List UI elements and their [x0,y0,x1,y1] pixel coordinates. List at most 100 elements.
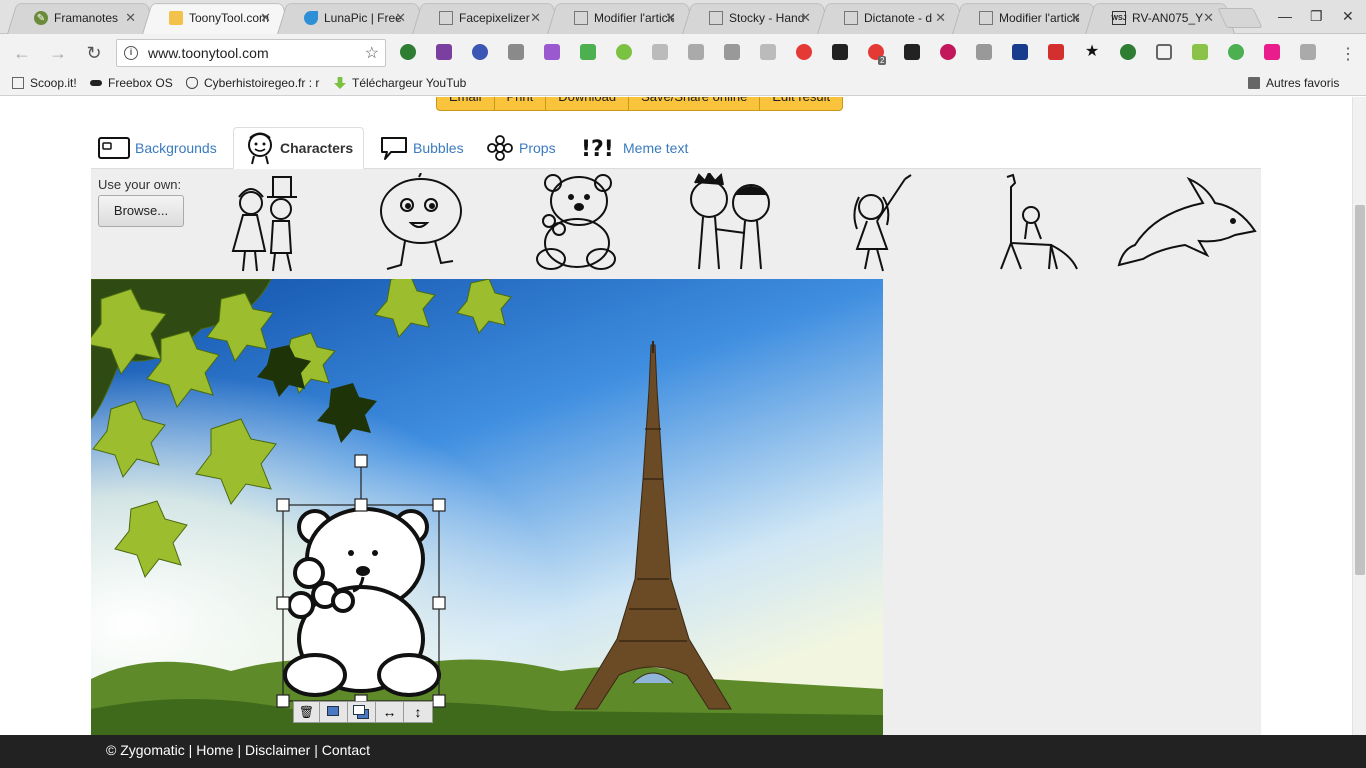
browser-tab-facepixelizer[interactable]: Facepixelizer ✕ [417,2,557,34]
extension-broadcast-icon[interactable] [796,44,812,60]
page-content: Email Print Download Save/Share online E… [0,97,1352,735]
extension-k-icon[interactable] [472,44,488,60]
browser-tab-lunapic[interactable]: LunaPic | Free ✕ [282,2,422,34]
bring-to-front-icon[interactable] [320,702,348,722]
extension-qr2-icon[interactable] [904,44,920,60]
browser-tab-modifier-article-1[interactable]: Modifier l'article ✕ [552,2,692,34]
close-tab-icon[interactable]: ✕ [800,10,811,26]
object-toolbar: 🗑 ↔ ↕ [293,701,433,723]
close-tab-icon[interactable]: ✕ [935,10,946,26]
lunapic-favicon-icon [304,11,318,25]
browser-tab-wsj[interactable]: WSJ RV-AN075_Y ✕ [1090,2,1230,34]
close-tab-icon[interactable]: ✕ [1070,10,1081,26]
restore-window-icon[interactable]: ❐ [1310,8,1323,25]
download-arrow-icon [334,77,346,89]
browser-tab-toonytool[interactable]: ToonyTool.com ✕ [147,2,287,34]
footer-link-disclaimer[interactable]: Disclaimer [245,742,310,758]
flower-icon [487,135,513,161]
browse-button[interactable]: Browse... [98,195,184,227]
close-tab-icon[interactable]: ✕ [665,10,676,26]
document-favicon-icon [709,11,723,25]
bookmark-scoopit[interactable]: Scoop.it! [12,76,77,90]
extension-video-icon[interactable] [1048,44,1064,60]
selected-character-teddy-bear[interactable] [275,449,449,729]
minimize-window-icon[interactable]: — [1278,8,1292,24]
forward-arrow-icon[interactable]: → [48,43,68,63]
extension-rss-icon[interactable] [760,44,776,60]
close-tab-icon[interactable]: ✕ [395,10,406,26]
delete-object-icon[interactable]: 🗑 [294,702,320,722]
reload-icon[interactable]: ↻ [84,43,104,63]
send-to-back-icon[interactable] [348,702,376,722]
close-tab-icon[interactable]: ✕ [530,10,541,26]
close-tab-icon[interactable]: ✕ [260,10,271,26]
browser-tab-stocky[interactable]: Stocky - Hand ✕ [687,2,827,34]
girl-waving-icon[interactable] [847,173,919,275]
extension-camera-icon[interactable] [508,44,524,60]
tab-bubbles[interactable]: Bubbles [379,127,464,169]
extension-pen-icon[interactable] [544,44,560,60]
scrollbar-thumb[interactable] [1355,205,1365,575]
extension-green-face-icon[interactable] [1228,44,1244,60]
browser-tab-modifier-article-2[interactable]: Modifier l'article ✕ [957,2,1097,34]
extension-unicorn-icon[interactable] [1264,44,1280,60]
teddy-bear-icon[interactable] [531,173,621,275]
browser-menu-icon[interactable]: ⋮ [1340,44,1356,64]
extension-green-dot-icon[interactable] [616,44,632,60]
bookmark-telechargeur-youtube[interactable]: Téléchargeur YouTub [334,76,466,90]
save-share-online-button[interactable]: Save/Share online [629,97,761,110]
extension-star-icon[interactable]: ★ [1084,44,1100,60]
extension-book-icon[interactable] [1012,44,1028,60]
extension-badge: 2 [878,56,887,65]
close-tab-icon[interactable]: ✕ [1203,10,1214,26]
tab-backgrounds[interactable]: Backgrounds [97,127,217,169]
tab-props[interactable]: Props [485,127,556,169]
wedding-couple-icon[interactable] [221,173,311,275]
two-boys-icon[interactable] [681,173,777,275]
bookmark-star-icon[interactable]: ☆ [365,43,379,63]
print-button[interactable]: Print [495,97,547,110]
characters-panel: Use your own: Browse... [91,169,1261,279]
flip-horizontal-icon[interactable]: ↔ [376,702,404,722]
extension-print-icon[interactable] [580,44,596,60]
dictanote-favicon-icon [844,11,858,25]
close-tab-icon[interactable]: ✕ [125,10,136,26]
tab-characters[interactable]: Characters [233,127,365,169]
extension-turtle-icon[interactable] [1120,44,1136,60]
extension-qr-icon[interactable] [832,44,848,60]
bookmark-freebox[interactable]: Freebox OS [90,76,173,90]
bookmarks-bar: Scoop.it! Freebox OS Cyberhistoiregeo.fr… [0,72,1366,96]
drawing-canvas[interactable]: 🗑 ↔ ↕ [91,279,883,735]
tab-meme-text[interactable]: !?! Meme text [581,127,688,169]
download-button[interactable]: Download [546,97,630,110]
dolphin-icon[interactable] [1115,173,1259,275]
site-info-icon[interactable]: i [124,46,138,60]
address-bar[interactable]: i www.toonytool.com ☆ [116,39,386,67]
address-bar-url[interactable]: www.toonytool.com [148,45,365,61]
page-scrollbar[interactable] [1352,97,1366,735]
bookmark-folder-autres-favoris[interactable]: Autres favoris [1248,76,1339,90]
edit-result-button[interactable]: Edit result [760,97,842,110]
extension-ankh-icon[interactable] [976,44,992,60]
folder-icon [1248,77,1260,89]
extension-download-icon[interactable] [400,44,416,60]
bookmark-cyberhistoiregeo[interactable]: Cyberhistoiregeo.fr : r [186,76,319,90]
extension-stack-icon[interactable] [724,44,740,60]
back-arrow-icon[interactable]: ← [12,43,32,63]
extension-grey-icon[interactable] [1300,44,1316,60]
cast-icon[interactable] [1156,44,1172,60]
close-window-icon[interactable]: ✕ [1342,8,1354,25]
baby-icon[interactable] [375,173,467,275]
email-button[interactable]: Email [437,97,495,110]
extension-pink-circle-icon[interactable] [940,44,956,60]
giraffe-and-kid-icon[interactable] [991,173,1081,275]
browser-tab-framanotes[interactable]: ✎ Framanotes ✕ [12,2,152,34]
footer-link-home[interactable]: Home [196,742,233,758]
flip-vertical-icon[interactable]: ↕ [404,702,432,722]
extension-n-icon[interactable] [688,44,704,60]
extension-onenote-icon[interactable] [436,44,452,60]
extension-pdf-icon[interactable] [1192,44,1208,60]
browser-tab-dictanote[interactable]: Dictanote - d ✕ [822,2,962,34]
extension-gif-icon[interactable] [652,44,668,60]
footer-link-contact[interactable]: Contact [322,742,370,758]
